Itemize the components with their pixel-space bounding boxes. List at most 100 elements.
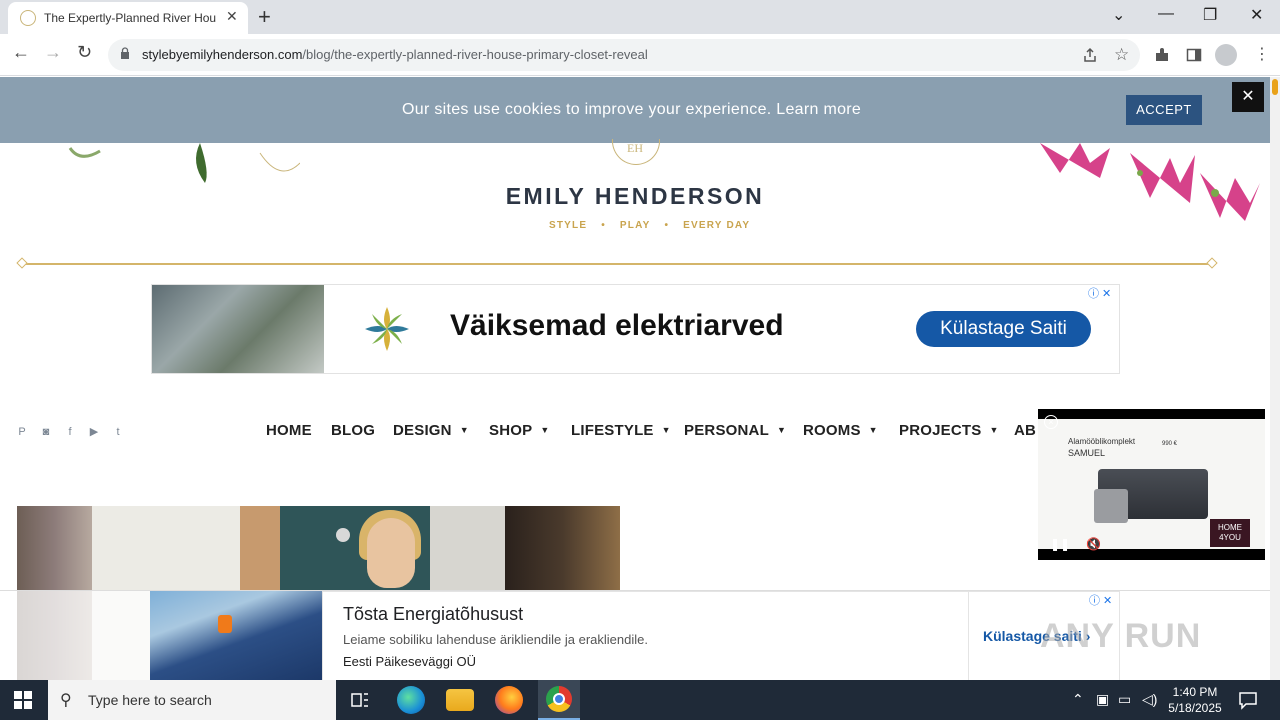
nav-label: PERSONAL [684, 422, 769, 439]
nav-label: AB [1014, 422, 1037, 439]
person-face [367, 518, 415, 588]
ad-separator [968, 592, 969, 680]
nav-label: BLOG [331, 422, 376, 439]
site-tagline: STYLE • PLAY • EVERY DAY [549, 220, 750, 231]
extensions-icon[interactable] [1154, 47, 1170, 63]
window-close-button[interactable]: ✕ [1250, 5, 1263, 25]
adchoices-icon[interactable]: ⓘ ✕ [1088, 285, 1118, 301]
twitter-icon[interactable]: t [112, 426, 124, 438]
windows-taskbar: ⚲ Type here to search ⌃ ▣ ▭ ◁) 1:40 PM 5… [0, 680, 1280, 720]
monogram-text: EH [627, 141, 643, 155]
bookmark-star-icon[interactable]: ☆ [1114, 45, 1129, 65]
pause-icon[interactable]: ❚❚ [1050, 537, 1070, 551]
ad-brand-logo-icon [365, 307, 409, 351]
nav-home[interactable]: HOME [266, 422, 312, 439]
tab-title: The Expertly-Planned River Hou [44, 11, 217, 25]
nav-lifestyle[interactable]: LIFESTYLE ▼ [571, 422, 671, 439]
home4you-logo: HOME 4YOU [1210, 519, 1250, 547]
cookie-close-button[interactable]: ✕ [1232, 82, 1264, 112]
banner-ad-top[interactable]: Väiksemad elektriarved Külastage Saiti ⓘ… [151, 284, 1120, 374]
cookie-accept-button[interactable]: ACCEPT [1126, 95, 1202, 125]
tray-chevron-up-icon[interactable]: ⌃ [1072, 691, 1084, 708]
address-bar[interactable]: stylebyemilyhenderson.com/blog/the-exper… [108, 39, 1140, 71]
file-explorer-icon[interactable] [446, 689, 474, 711]
tab-strip: The Expertly-Planned River Hou ✕ + ⌄ — ❐… [0, 0, 1280, 34]
taskbar-search-box[interactable]: ⚲ Type here to search [48, 680, 336, 720]
new-tab-button[interactable]: + [258, 4, 271, 30]
site-brand[interactable]: EMILY HENDERSON [0, 183, 1270, 210]
menu-kebab-icon[interactable]: ⋮ [1254, 44, 1270, 64]
adchoices-icon[interactable]: ⓘ ✕ [1089, 592, 1119, 608]
web-page: Our sites use cookies to improve your ex… [0, 77, 1270, 680]
page-scrollbar[interactable] [1270, 77, 1280, 680]
taskbar-clock[interactable]: 1:40 PM 5/18/2025 [1164, 684, 1226, 716]
ad-image [152, 285, 324, 373]
caret-down-icon: ▼ [661, 425, 671, 435]
minimize-button[interactable]: — [1158, 5, 1174, 23]
scrollbar-thumb[interactable] [1272, 79, 1278, 95]
search-icon: ⚲ [60, 692, 72, 709]
site-favicon-icon [20, 10, 36, 26]
video-close-icon[interactable]: × [1044, 415, 1058, 429]
ad-text-box: Tõsta Energiatõhusust Leiame sobiliku la… [322, 591, 1120, 680]
mute-icon[interactable]: 🔇 [1086, 537, 1101, 551]
nav-personal[interactable]: PERSONAL ▼ [684, 422, 786, 439]
tagline-word: EVERY DAY [683, 220, 751, 231]
tab-close-icon[interactable]: ✕ [226, 8, 238, 25]
forward-button[interactable]: → [44, 42, 62, 63]
tagline-dot: • [601, 220, 606, 231]
firefox-icon[interactable] [495, 686, 523, 714]
chrome-icon-center [553, 693, 565, 705]
search-placeholder: Type here to search [88, 692, 212, 708]
cabinet-knob [336, 528, 350, 542]
edge-icon[interactable] [397, 686, 425, 714]
side-panel-icon[interactable] [1186, 47, 1202, 63]
chrome-taskbar-button[interactable] [538, 680, 580, 720]
notification-icon[interactable] [1238, 690, 1258, 710]
nav-design[interactable]: DESIGN ▼ [393, 422, 469, 439]
lock-icon [121, 47, 129, 59]
tray-device-icon[interactable]: ▣ [1096, 691, 1109, 708]
browser-toolbar: ← → ↻ stylebyemilyhenderson.com/blog/the… [0, 34, 1280, 76]
restore-button[interactable]: ❐ [1203, 5, 1217, 25]
nav-blog[interactable]: BLOG [331, 422, 375, 439]
profile-avatar[interactable] [1215, 44, 1237, 66]
video-ad-title: Alamööblikomplekt [1068, 437, 1136, 446]
ad-headline: Väiksemad elektriarved [450, 309, 784, 342]
caret-down-icon: ▼ [989, 425, 999, 435]
url-text: stylebyemilyhenderson.com/blog/the-exper… [142, 47, 648, 62]
reload-button[interactable]: ↻ [77, 42, 92, 63]
ottoman-image [1094, 489, 1128, 523]
monogram-logo[interactable]: EH [612, 139, 660, 165]
nav-label: DESIGN [393, 422, 452, 439]
divider-diamond-left [16, 257, 28, 269]
windows-start-icon[interactable] [14, 691, 32, 709]
nav-about[interactable]: AB [1014, 422, 1036, 439]
volume-icon[interactable]: ◁) [1142, 691, 1157, 708]
floral-left-decoration [68, 143, 300, 183]
ad-sponsor: Eesti Päikeseväggi OÜ [343, 654, 476, 669]
browser-tab[interactable]: The Expertly-Planned River Hou ✕ [8, 2, 248, 34]
instagram-icon[interactable]: ◙ [40, 426, 52, 438]
facebook-icon[interactable]: f [64, 426, 76, 438]
pinterest-icon[interactable]: P [16, 426, 28, 438]
nav-projects[interactable]: PROJECTS ▼ [899, 422, 999, 439]
nav-label: SHOP [489, 422, 533, 439]
video-ad[interactable]: Alamööblikomplekt SAMUEL 990 € HOME 4YOU… [1038, 409, 1265, 560]
network-icon[interactable]: ▭ [1118, 691, 1131, 708]
url-path: /blog/the-expertly-planned-river-house-p… [302, 47, 648, 62]
caret-down-icon: ▼ [776, 425, 787, 435]
caret-down-icon: ▼ [459, 425, 469, 435]
nav-shop[interactable]: SHOP ▼ [489, 422, 549, 439]
cookie-message[interactable]: Our sites use cookies to improve your ex… [402, 101, 861, 119]
task-view-icon[interactable] [350, 690, 370, 710]
ad-cta-button[interactable]: Külastage Saiti [916, 311, 1091, 347]
nav-rooms[interactable]: ROOMS ▼ [803, 422, 878, 439]
share-icon[interactable] [1082, 47, 1098, 63]
youtube-icon[interactable]: ▶ [88, 426, 100, 438]
nav-label: HOME [266, 422, 312, 439]
clock-date: 5/18/2025 [1168, 701, 1222, 715]
tab-search-icon[interactable]: ⌄ [1112, 5, 1125, 25]
back-button[interactable]: ← [12, 42, 30, 63]
anyrun-watermark: ANY RUN [1040, 617, 1202, 655]
